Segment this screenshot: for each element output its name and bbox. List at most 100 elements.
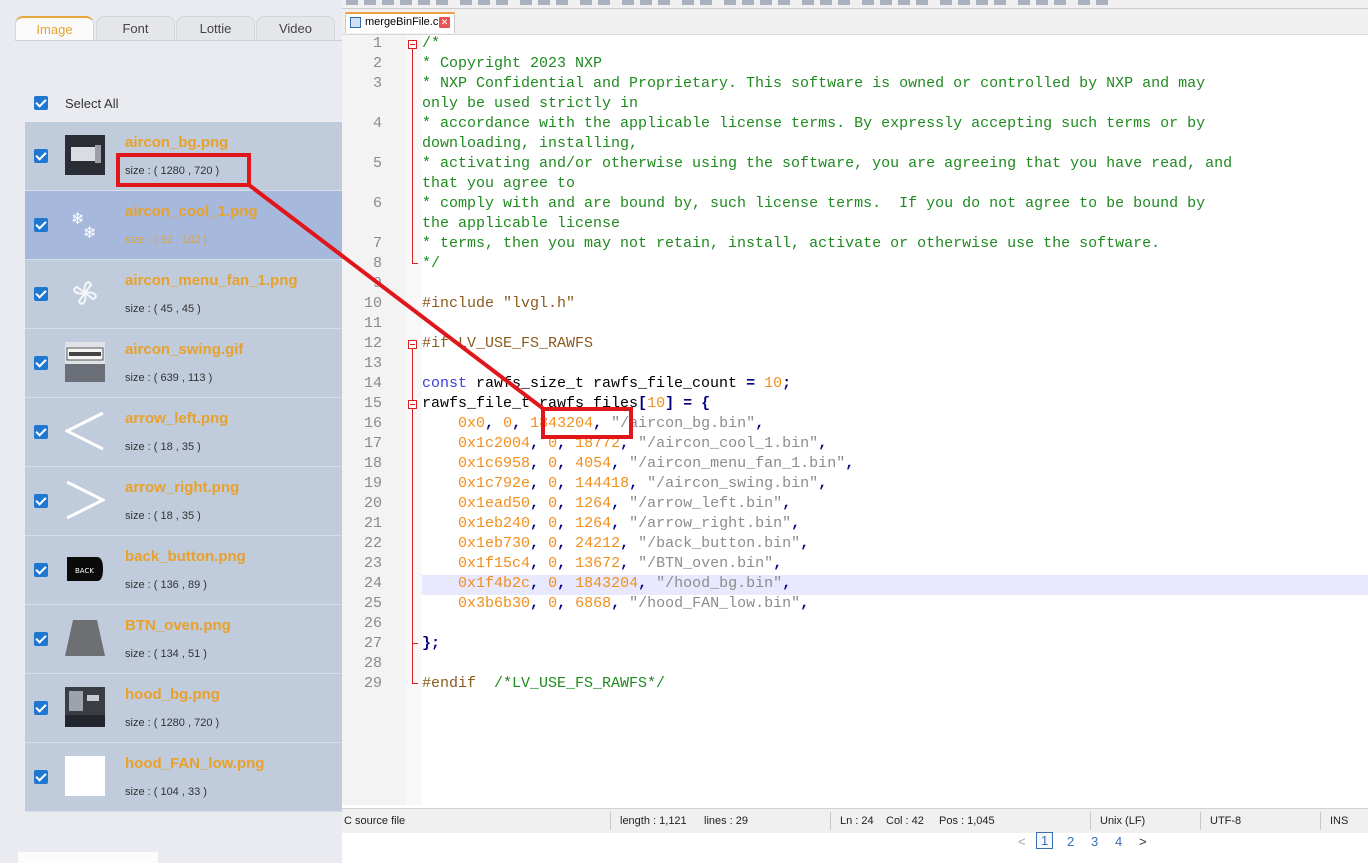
code-line[interactable]: that you agree to bbox=[422, 175, 575, 192]
toolbar-button[interactable] bbox=[436, 0, 448, 5]
tab-lottie[interactable]: Lottie bbox=[176, 16, 255, 40]
asset-row[interactable]: aircon_bg.png size : ( 1280 , 720 ) bbox=[25, 122, 342, 191]
fold-toggle-icon[interactable] bbox=[408, 400, 417, 409]
asset-checkbox[interactable] bbox=[34, 287, 48, 301]
toolbar-button[interactable] bbox=[1096, 0, 1108, 5]
code-line[interactable]: 0x1eb730, 0, 24212, "/back_button.bin", bbox=[422, 535, 809, 552]
toolbar-button[interactable] bbox=[658, 0, 670, 5]
toolbar-button[interactable] bbox=[538, 0, 550, 5]
toolbar-button[interactable] bbox=[1054, 0, 1066, 5]
status-encoding[interactable]: UTF-8 bbox=[1210, 815, 1241, 827]
page-1-button[interactable]: 1 bbox=[1036, 832, 1054, 849]
toolbar-button[interactable] bbox=[418, 0, 430, 5]
asset-checkbox[interactable] bbox=[34, 356, 48, 370]
toolbar-button[interactable] bbox=[802, 0, 814, 5]
code-line[interactable]: 0x1c792e, 0, 144418, "/aircon_swing.bin"… bbox=[422, 475, 827, 492]
toolbar-button[interactable] bbox=[1018, 0, 1030, 5]
toolbar-button[interactable] bbox=[640, 0, 652, 5]
code-line[interactable]: #include "lvgl.h" bbox=[422, 295, 575, 312]
toolbar-button[interactable] bbox=[598, 0, 610, 5]
fold-toggle-icon[interactable] bbox=[408, 40, 417, 49]
toolbar-button[interactable] bbox=[976, 0, 988, 5]
toolbar-button[interactable] bbox=[346, 0, 358, 5]
code-line[interactable]: const rawfs_size_t rawfs_file_count = 10… bbox=[422, 375, 791, 392]
toolbar-button[interactable] bbox=[364, 0, 376, 5]
toolbar-button[interactable] bbox=[916, 0, 928, 5]
code-line[interactable]: * accordance with the applicable license… bbox=[422, 115, 1205, 132]
toolbar-button[interactable] bbox=[898, 0, 910, 5]
toolbar-button[interactable] bbox=[724, 0, 736, 5]
toolbar-button[interactable] bbox=[682, 0, 694, 5]
code-line[interactable]: * NXP Confidential and Proprietary. This… bbox=[422, 75, 1205, 92]
code-line[interactable]: 0x1eb240, 0, 1264, "/arrow_right.bin", bbox=[422, 515, 800, 532]
toolbar-button[interactable] bbox=[1078, 0, 1090, 5]
toolbar-button[interactable] bbox=[478, 0, 490, 5]
toolbar-button[interactable] bbox=[940, 0, 952, 5]
toolbar-button[interactable] bbox=[778, 0, 790, 5]
asset-checkbox[interactable] bbox=[34, 425, 48, 439]
toolbar-button[interactable] bbox=[460, 0, 472, 5]
code-line[interactable]: 0x1f15c4, 0, 13672, "/BTN_oven.bin", bbox=[422, 555, 782, 572]
asset-checkbox[interactable] bbox=[34, 149, 48, 163]
asset-checkbox[interactable] bbox=[34, 218, 48, 232]
asset-row[interactable]: aircon_swing.gif size : ( 639 , 113 ) bbox=[25, 329, 342, 398]
next-page-button[interactable]: > bbox=[1139, 834, 1147, 849]
toolbar-button[interactable] bbox=[1036, 0, 1048, 5]
tab-video[interactable]: Video bbox=[256, 16, 335, 40]
toolbar-button[interactable] bbox=[700, 0, 712, 5]
toolbar-button[interactable] bbox=[580, 0, 592, 5]
code-line[interactable]: * comply with and are bound by, such lic… bbox=[422, 195, 1205, 212]
toolbar-button[interactable] bbox=[820, 0, 832, 5]
tab-image[interactable]: Image bbox=[15, 16, 94, 40]
code-line[interactable]: * terms, then you may not retain, instal… bbox=[422, 235, 1160, 252]
code-line[interactable]: */ bbox=[422, 255, 440, 272]
code-line[interactable]: the applicable license bbox=[422, 215, 620, 232]
asset-checkbox[interactable] bbox=[34, 701, 48, 715]
toolbar-button[interactable] bbox=[742, 0, 754, 5]
code-line[interactable]: #endif /*LV_USE_FS_RAWFS*/ bbox=[422, 675, 665, 692]
code-line[interactable]: 0x1ead50, 0, 1264, "/arrow_left.bin", bbox=[422, 495, 791, 512]
status-eol[interactable]: Unix (LF) bbox=[1100, 815, 1145, 827]
page-3-button[interactable]: 3 bbox=[1091, 834, 1098, 849]
code-line[interactable]: 0x1c2004, 0, 18772, "/aircon_cool_1.bin"… bbox=[422, 435, 827, 452]
asset-row[interactable]: hood_FAN_low.png size : ( 104 , 33 ) bbox=[25, 743, 342, 812]
select-all-checkbox[interactable] bbox=[34, 96, 48, 110]
toolbar-button[interactable] bbox=[958, 0, 970, 5]
tab-font[interactable]: Font bbox=[96, 16, 175, 40]
code-line[interactable]: 0x1c6958, 0, 4054, "/aircon_menu_fan_1.b… bbox=[422, 455, 854, 472]
asset-row[interactable]: ❄ ❄ aircon_cool_1.png size : ( 92 , 102 ) bbox=[25, 191, 342, 260]
prev-page-button[interactable]: < bbox=[1018, 834, 1026, 849]
toolbar-button[interactable] bbox=[862, 0, 874, 5]
toolbar-button[interactable] bbox=[994, 0, 1006, 5]
toolbar-button[interactable] bbox=[880, 0, 892, 5]
toolbar-button[interactable] bbox=[496, 0, 508, 5]
code-line[interactable]: #if LV_USE_FS_RAWFS bbox=[422, 335, 593, 352]
asset-row[interactable]: BACK back_button.png size : ( 136 , 89 ) bbox=[25, 536, 342, 605]
page-2-button[interactable]: 2 bbox=[1067, 834, 1074, 849]
toolbar-button[interactable] bbox=[520, 0, 532, 5]
asset-checkbox[interactable] bbox=[34, 770, 48, 784]
toolbar-button[interactable] bbox=[556, 0, 568, 5]
code-line[interactable]: 0x3b6b30, 0, 6868, "/hood_FAN_low.bin", bbox=[422, 595, 809, 612]
code-line[interactable]: downloading, installing, bbox=[422, 135, 638, 152]
asset-row[interactable]: arrow_right.png size : ( 18 , 35 ) bbox=[25, 467, 342, 536]
asset-row[interactable]: aircon_menu_fan_1.png size : ( 45 , 45 ) bbox=[25, 260, 342, 329]
asset-checkbox[interactable] bbox=[34, 632, 48, 646]
file-tab[interactable]: mergeBinFile.c ✕ bbox=[345, 12, 455, 33]
asset-checkbox[interactable] bbox=[34, 494, 48, 508]
code-line[interactable]: /* bbox=[422, 35, 440, 52]
toolbar-button[interactable] bbox=[838, 0, 850, 5]
code-line[interactable]: rawfs_file_t rawfs_files[10] = { bbox=[422, 395, 710, 412]
fold-toggle-icon[interactable] bbox=[408, 340, 417, 349]
code-line[interactable]: 0x1f4b2c, 0, 1843204, "/hood_bg.bin", bbox=[422, 575, 791, 592]
asset-checkbox[interactable] bbox=[34, 563, 48, 577]
code-line[interactable]: only be used strictly in bbox=[422, 95, 638, 112]
asset-row[interactable]: hood_bg.png size : ( 1280 , 720 ) bbox=[25, 674, 342, 743]
asset-row[interactable]: BTN_oven.png size : ( 134 , 51 ) bbox=[25, 605, 342, 674]
toolbar-button[interactable] bbox=[382, 0, 394, 5]
asset-row[interactable]: arrow_left.png size : ( 18 , 35 ) bbox=[25, 398, 342, 467]
toolbar-button[interactable] bbox=[400, 0, 412, 5]
close-icon[interactable]: ✕ bbox=[439, 17, 450, 28]
code-line[interactable]: * activating and/or otherwise using the … bbox=[422, 155, 1232, 172]
page-4-button[interactable]: 4 bbox=[1115, 834, 1122, 849]
